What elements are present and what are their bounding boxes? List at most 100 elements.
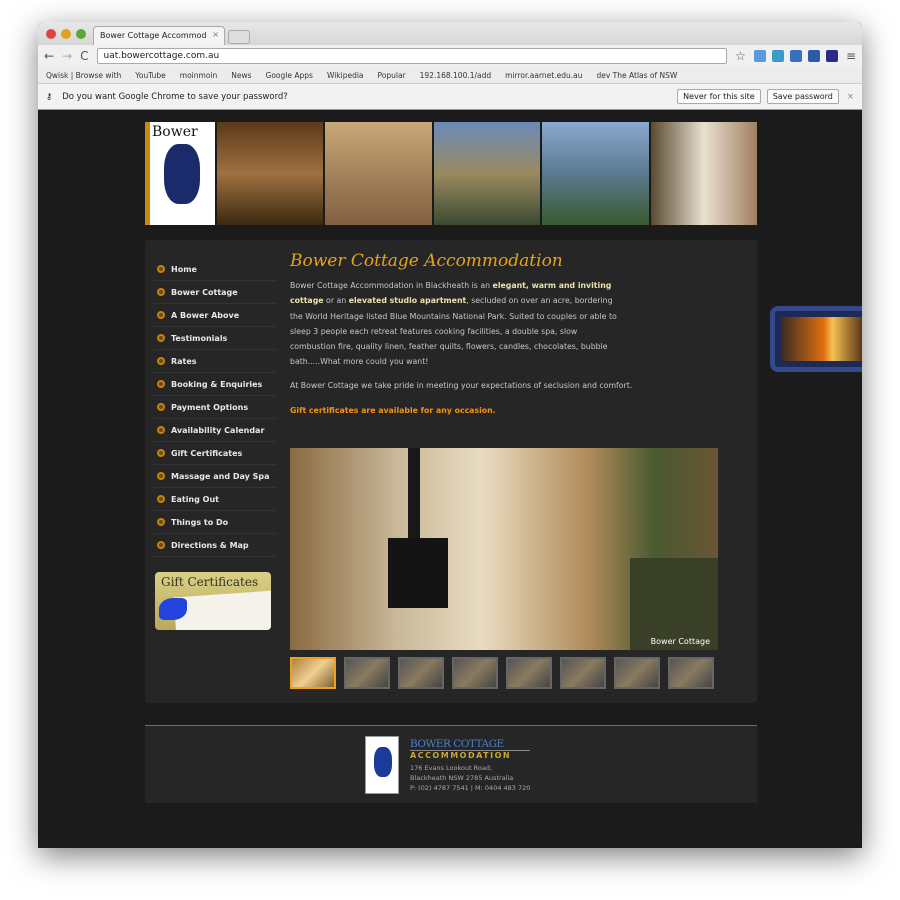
bullet-icon: [157, 426, 165, 434]
nav-label: A Bower Above: [171, 310, 240, 320]
nav-item[interactable]: Payment Options: [153, 396, 277, 419]
footer: BOWER COTTAGE ACCOMMODATION 176 Evans Lo…: [145, 725, 757, 803]
extension-icon[interactable]: [825, 50, 838, 62]
gallery-thumbnail[interactable]: [668, 657, 714, 689]
main-panel: Home Bower Cottage A Bower Above Testimonia…: [145, 240, 862, 703]
banner-photo: [217, 122, 324, 225]
gallery-thumbnail[interactable]: [344, 657, 390, 689]
bookmark-item[interactable]: Wikipedia: [327, 71, 364, 80]
nav-label: Bower Cottage: [171, 287, 238, 297]
nav-label: Massage and Day Spa: [171, 471, 270, 481]
address-bar[interactable]: uat.bowercottage.com.au: [96, 48, 728, 64]
star-icon[interactable]: ☆: [735, 49, 746, 63]
bullet-icon: [157, 449, 165, 457]
gallery-thumbnail[interactable]: [398, 657, 444, 689]
never-button[interactable]: Never for this site: [677, 89, 761, 104]
bookmark-item[interactable]: dev The Atlas of NSW: [596, 71, 677, 80]
tab-active[interactable]: Bower Cottage Accommod ×: [93, 26, 225, 45]
nav-item[interactable]: Testimonials: [153, 327, 277, 350]
nav-item[interactable]: Bower Cottage: [153, 281, 277, 304]
stove: [388, 538, 448, 608]
photo-caption: Bower Cottage: [650, 637, 710, 646]
bookmark-item[interactable]: moinmoin: [180, 71, 217, 80]
web-page: Bower Home Bower Cottage A Bower Above Test…: [38, 110, 862, 848]
footer-address: 176 Evans Lookout Road,: [410, 764, 493, 772]
bullet-icon: [157, 380, 165, 388]
nav-label: Rates: [171, 356, 197, 366]
bookmarks-bar: Qwisk | Browse with YouTube moinmoin News Go…: [38, 67, 862, 84]
bookmark-item[interactable]: mirror.aarnet.edu.au: [505, 71, 582, 80]
bullet-icon: [157, 472, 165, 480]
extensions: [753, 50, 838, 62]
extension-icon[interactable]: [753, 50, 766, 62]
extension-icon[interactable]: [789, 50, 802, 62]
certificate-image: [173, 590, 271, 630]
nav-item[interactable]: Home: [153, 258, 277, 281]
nav-label: Booking & Enquiries: [171, 379, 263, 389]
bullet-icon: [157, 311, 165, 319]
nav-item[interactable]: Rates: [153, 350, 277, 373]
tab-title: Bower Cottage Accommod: [100, 31, 207, 40]
bullet-icon: [157, 334, 165, 342]
main-content: Bower Cottage Accommodation Bower Cottag…: [290, 252, 862, 427]
minimize-window-button[interactable]: [61, 29, 71, 39]
nav-item[interactable]: Booking & Enquiries: [153, 373, 277, 396]
key-icon: ⚷: [46, 91, 53, 102]
bullet-icon: [157, 357, 165, 365]
bullet-icon: [157, 518, 165, 526]
footer-subtitle: ACCOMMODATION: [410, 751, 512, 760]
nav-label: Availability Calendar: [171, 425, 265, 435]
infobar-message: Do you want Google Chrome to save your p…: [62, 91, 288, 102]
close-infobar-icon[interactable]: ×: [847, 92, 854, 102]
nav-item[interactable]: Directions & Map: [153, 534, 277, 557]
gallery-thumbnail[interactable]: [290, 657, 336, 689]
reload-icon[interactable]: C: [80, 49, 88, 63]
nav-item[interactable]: Gift Certificates: [153, 442, 277, 465]
nav-item[interactable]: Eating Out: [153, 488, 277, 511]
nav-label: Eating Out: [171, 494, 219, 504]
window-controls: [46, 29, 86, 39]
fireplace-image: [770, 306, 862, 372]
nav-label: Payment Options: [171, 402, 249, 412]
footer-phone: P: (02) 4787 7541 | M: 0404 483 720: [410, 784, 531, 792]
bookmark-item[interactable]: News: [231, 71, 251, 80]
gallery-main-photo[interactable]: Bower Cottage: [290, 448, 718, 650]
new-tab-button[interactable]: [228, 30, 250, 44]
gift-certificates-banner[interactable]: Gift Certificates: [155, 572, 271, 630]
extension-icon[interactable]: [771, 50, 784, 62]
footer-logo: [365, 736, 399, 794]
back-icon[interactable]: ←: [44, 49, 54, 63]
bullet-icon: [157, 403, 165, 411]
gallery-thumbnail[interactable]: [614, 657, 660, 689]
forward-icon[interactable]: →: [62, 49, 72, 63]
nav-item[interactable]: Availability Calendar: [153, 419, 277, 442]
tab-strip: Bower Cottage Accommod ×: [38, 22, 862, 45]
nav-item[interactable]: A Bower Above: [153, 304, 277, 327]
banner-photo: [433, 122, 541, 225]
gallery-thumbnail[interactable]: [560, 657, 606, 689]
footer-address: Blackheath NSW 2785 Australia: [410, 774, 514, 782]
nav-item[interactable]: Massage and Day Spa: [153, 465, 277, 488]
nav-label: Gift Certificates: [171, 448, 243, 458]
bullet-icon: [157, 265, 165, 273]
zoom-window-button[interactable]: [76, 29, 86, 39]
gift-box-title: Gift Certificates: [161, 575, 259, 589]
extension-icon[interactable]: [807, 50, 820, 62]
close-tab-icon[interactable]: ×: [212, 30, 219, 39]
save-password-button[interactable]: Save password: [766, 89, 839, 104]
nav-item[interactable]: Things to Do: [153, 511, 277, 534]
close-window-button[interactable]: [46, 29, 56, 39]
bookmark-item[interactable]: Google Apps: [266, 71, 313, 80]
sidebar-nav: Home Bower Cottage A Bower Above Testimonia…: [153, 258, 277, 557]
gallery-thumbnail[interactable]: [452, 657, 498, 689]
bookmark-item[interactable]: YouTube: [135, 71, 166, 80]
bookmark-item[interactable]: Qwisk | Browse with: [46, 71, 121, 80]
bookmark-item[interactable]: 192.168.100.1/add: [420, 71, 492, 80]
site-logo[interactable]: Bower: [145, 122, 215, 225]
menu-icon[interactable]: ≡: [846, 49, 856, 63]
gallery-thumbnail[interactable]: [506, 657, 552, 689]
bookmark-item[interactable]: Popular: [378, 71, 406, 80]
intro-paragraph: Bower Cottage Accommodation in Blackheat…: [290, 281, 617, 367]
gift-notice: Gift certificates are available for any …: [290, 405, 496, 415]
header-banner: Bower: [145, 122, 758, 225]
